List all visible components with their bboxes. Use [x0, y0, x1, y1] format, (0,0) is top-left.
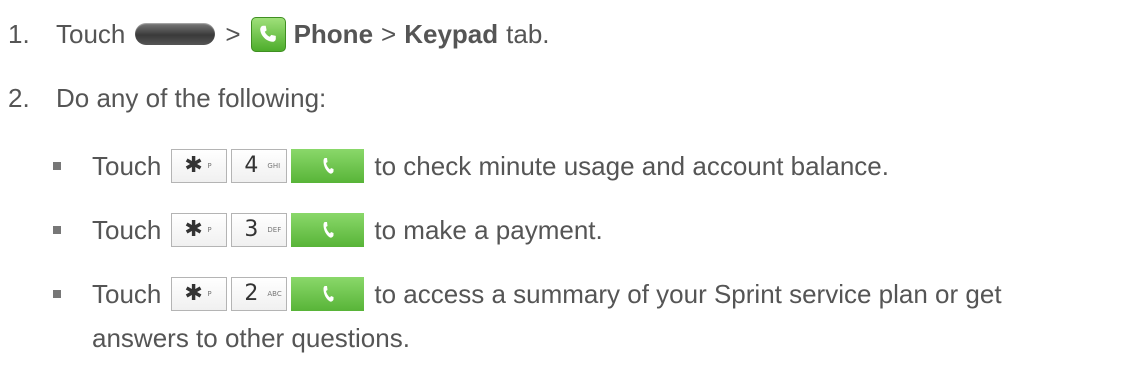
step-number: 1.	[8, 18, 30, 49]
bullet-item: Touch ✱ P 2 ABC to access a summary of y…	[92, 274, 1002, 314]
star-key: ✱ P	[171, 277, 228, 311]
key-main: 2	[244, 281, 259, 306]
tab-word: tab.	[506, 18, 550, 49]
key-sub: ABC	[267, 290, 282, 298]
touch-word: Touch	[92, 214, 162, 245]
key-sub: P	[207, 162, 212, 170]
step-2: 2. Do any of the following:	[8, 78, 326, 118]
step-2-text: Do any of the following:	[56, 82, 327, 113]
call-key-icon	[291, 213, 365, 247]
bullet-item: Touch ✱ P 4 GHI to check minute usage an…	[92, 146, 889, 186]
separator: >	[381, 18, 397, 49]
step-number: 2.	[8, 82, 30, 113]
bullet-text: to access a summary of your Sprint servi…	[374, 278, 1002, 309]
bullet-text: to make a payment.	[374, 214, 603, 245]
key-sub: P	[207, 226, 212, 234]
bullet-item-continuation: answers to other questions.	[92, 318, 410, 358]
home-key-icon	[135, 23, 216, 45]
digit-key: 3 DEF	[231, 213, 288, 247]
bullet-marker	[53, 226, 61, 234]
bullet-text-cont: answers to other questions.	[92, 322, 410, 353]
key-sub: GHI	[267, 162, 281, 170]
call-key-icon	[291, 149, 365, 183]
star-key: ✱ P	[171, 149, 228, 183]
phone-app-icon	[250, 16, 286, 52]
key-main: ✱	[184, 217, 203, 242]
key-sub: DEF	[267, 226, 282, 234]
star-key: ✱ P	[171, 213, 228, 247]
digit-key: 2 ABC	[231, 277, 288, 311]
key-main: ✱	[184, 281, 203, 306]
bullet-text: to check minute usage and account balanc…	[374, 150, 889, 181]
step-1: 1. Touch > Phone > Keypad tab.	[8, 14, 550, 54]
keypad-label: Keypad	[404, 18, 499, 49]
bullet-item: Touch ✱ P 3 DEF to make a payment.	[92, 210, 603, 250]
key-main: 4	[244, 153, 259, 178]
call-key-icon	[291, 277, 365, 311]
separator: >	[225, 18, 241, 49]
touch-word: Touch	[92, 278, 162, 309]
touch-word: Touch	[92, 150, 162, 181]
touch-word: Touch	[56, 18, 126, 49]
phone-label: Phone	[293, 18, 374, 49]
bullet-marker	[53, 162, 61, 170]
bullet-marker	[53, 290, 61, 298]
digit-key: 4 GHI	[231, 149, 288, 183]
key-main: ✱	[184, 153, 203, 178]
key-sub: P	[207, 290, 212, 298]
key-main: 3	[244, 217, 259, 242]
